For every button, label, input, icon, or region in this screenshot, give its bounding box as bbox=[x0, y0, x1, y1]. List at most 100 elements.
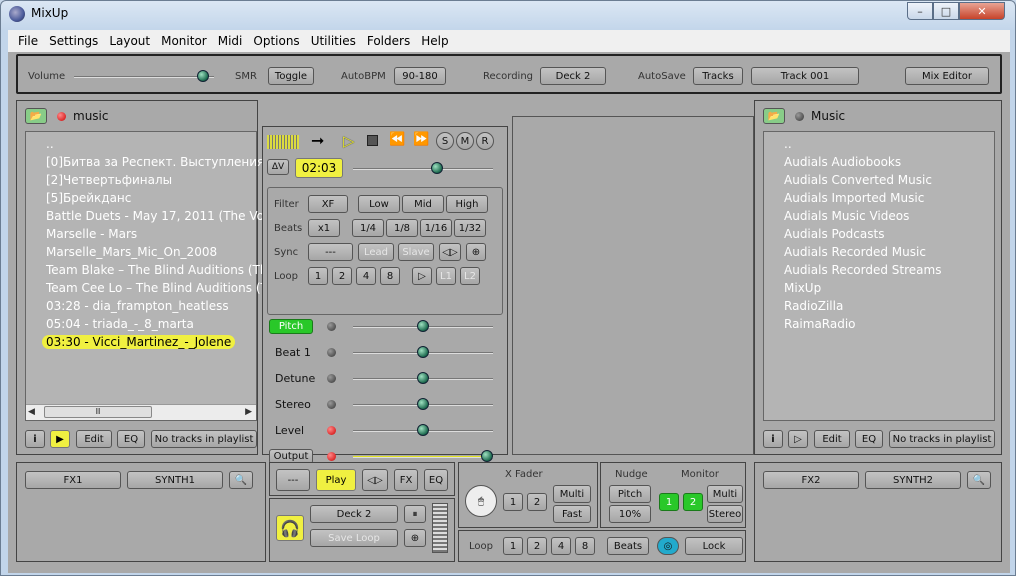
menu-utilities[interactable]: Utilities bbox=[311, 34, 356, 48]
synth1-button[interactable]: SYNTH1 bbox=[127, 471, 223, 489]
rewind-icon[interactable]: ⏪ bbox=[389, 132, 405, 147]
loop-2-button[interactable]: 2 bbox=[332, 267, 352, 285]
position-slider[interactable] bbox=[353, 168, 493, 170]
folder-item[interactable]: Audials Recorded Streams bbox=[784, 263, 941, 277]
track-number-button[interactable]: Track 001 bbox=[751, 67, 859, 85]
left-eq-button[interactable]: EQ bbox=[117, 430, 145, 448]
volume-knob[interactable] bbox=[196, 70, 209, 82]
bottom-loop-4-button[interactable]: 4 bbox=[551, 537, 571, 555]
scroll-left-arrow-icon[interactable]: ◀ bbox=[28, 407, 35, 417]
info-icon[interactable]: i bbox=[25, 430, 45, 448]
detune-knob[interactable] bbox=[417, 372, 429, 384]
play-icon[interactable]: ▷ bbox=[343, 132, 355, 150]
forward-arrow-icon[interactable]: ➞ bbox=[311, 131, 324, 150]
right-edit-button[interactable]: Edit bbox=[814, 430, 850, 448]
loop-l1-button[interactable]: L1 bbox=[436, 267, 456, 285]
fx-button[interactable]: FX bbox=[394, 469, 418, 491]
fx1-button[interactable]: FX1 bbox=[25, 471, 121, 489]
left-edit-button[interactable]: Edit bbox=[76, 430, 112, 448]
nudge-icon[interactable]: ◁▷ bbox=[362, 469, 388, 491]
menu-midi[interactable]: Midi bbox=[218, 34, 243, 48]
output-knob[interactable] bbox=[481, 450, 494, 462]
list-item[interactable]: 03:30 - Vicci_Martinez_-_Jolene bbox=[42, 335, 236, 349]
right-eq-button[interactable]: EQ bbox=[855, 430, 883, 448]
deck-dash-button[interactable]: --- bbox=[276, 469, 310, 491]
lock-button[interactable]: Lock bbox=[685, 537, 743, 555]
headphones-icon[interactable]: 🎧 bbox=[276, 515, 304, 541]
xfader-fast-button[interactable]: Fast bbox=[553, 505, 591, 523]
folder-item[interactable]: Audials Recorded Music bbox=[784, 245, 926, 259]
pitch-knob[interactable] bbox=[417, 320, 429, 332]
left-track-list[interactable]: ◀ Ⅲ ▶ .. [0]Битва за Респект. Выступления… bbox=[25, 131, 290, 421]
fx2-button[interactable]: FX2 bbox=[763, 471, 859, 489]
menu-folders[interactable]: Folders bbox=[367, 34, 410, 48]
folder-item[interactable]: .. bbox=[784, 137, 792, 151]
folder-item[interactable]: MixUp bbox=[784, 281, 821, 295]
right-info-icon[interactable]: i bbox=[763, 430, 783, 448]
sync-lead-button[interactable]: Lead bbox=[358, 243, 394, 261]
record-button[interactable]: R bbox=[476, 132, 494, 150]
folder-item[interactable]: Audials Audiobooks bbox=[784, 155, 901, 169]
monitor-stereo-button[interactable]: Stereo bbox=[707, 505, 743, 523]
right-open-folder-icon[interactable]: 📂 bbox=[763, 108, 785, 124]
beats-button[interactable]: 1/32 bbox=[454, 219, 486, 237]
position-knob[interactable] bbox=[431, 162, 443, 174]
list-item[interactable]: 05:04 - triada_-_8_marta bbox=[46, 317, 194, 331]
sync-circle-icon[interactable]: ◎ bbox=[657, 537, 679, 555]
list-item[interactable]: Team Blake – The Blind Auditions (The bbox=[46, 263, 275, 277]
play-track-icon[interactable]: ▶ bbox=[50, 430, 70, 448]
list-item[interactable]: [5]Брейкданс bbox=[46, 191, 131, 205]
sync-off-button[interactable]: --- bbox=[308, 243, 353, 261]
level-knob[interactable] bbox=[417, 424, 429, 436]
target-icon[interactable]: ⊕ bbox=[404, 529, 426, 547]
title-bar[interactable]: MixUp – □ ✕ bbox=[1, 1, 1015, 27]
nudge-percent-button[interactable]: 10% bbox=[609, 505, 651, 523]
save-loop-button[interactable]: Save Loop bbox=[310, 529, 398, 547]
menu-file[interactable]: File bbox=[18, 34, 38, 48]
xfader-1-button[interactable]: 1 bbox=[503, 493, 523, 511]
folder-item[interactable]: Audials Music Videos bbox=[784, 209, 909, 223]
menu-monitor[interactable]: Monitor bbox=[161, 34, 207, 48]
swap-button[interactable]: ΔV bbox=[267, 159, 289, 175]
folder-item[interactable]: RadioZilla bbox=[784, 299, 843, 313]
list-item[interactable]: .. bbox=[46, 137, 54, 151]
folder-item[interactable]: RaimaRadio bbox=[784, 317, 856, 331]
list-item[interactable]: 03:28 - dia_frampton_heatless bbox=[46, 299, 229, 313]
loop-3-button[interactable]: 4 bbox=[356, 267, 376, 285]
search-icon[interactable]: 🔍 bbox=[229, 471, 253, 489]
filter-button[interactable]: XF bbox=[308, 195, 348, 213]
open-folder-icon[interactable]: 📂 bbox=[25, 108, 47, 124]
list-item[interactable]: [0]Битва за Респект. Выступления уча bbox=[46, 155, 290, 169]
sync-target-icon[interactable]: ⊕ bbox=[466, 243, 486, 261]
menu-settings[interactable]: Settings bbox=[49, 34, 98, 48]
beats-button[interactable]: x1 bbox=[308, 219, 340, 237]
scroll-right-arrow-icon[interactable]: ▶ bbox=[245, 407, 252, 417]
list-item[interactable]: Marselle_Mars_Mic_On_2008 bbox=[46, 245, 217, 259]
mute-button[interactable]: M bbox=[456, 132, 474, 150]
folder-item[interactable]: Audials Podcasts bbox=[784, 227, 884, 241]
stereo-knob[interactable] bbox=[417, 398, 429, 410]
stop-icon[interactable] bbox=[367, 135, 378, 146]
folder-item[interactable]: Audials Imported Music bbox=[784, 191, 924, 205]
minimize-button[interactable]: – bbox=[907, 2, 933, 20]
beats-button[interactable]: 1/4 bbox=[352, 219, 384, 237]
sync-nudge-icon[interactable]: ◁▷ bbox=[439, 243, 461, 261]
bottom-loop-8-button[interactable]: 8 bbox=[575, 537, 595, 555]
fast-forward-icon[interactable]: ⏩ bbox=[413, 132, 429, 147]
smr-toggle-button[interactable]: Toggle bbox=[268, 67, 314, 85]
pause-icon[interactable]: ⏸ bbox=[404, 505, 426, 523]
filter-button[interactable]: Low bbox=[358, 195, 400, 213]
menu-layout[interactable]: Layout bbox=[109, 34, 150, 48]
volume-slider[interactable] bbox=[74, 76, 214, 78]
menu-options[interactable]: Options bbox=[253, 34, 299, 48]
filter-button[interactable]: High bbox=[446, 195, 488, 213]
loop-play-icon[interactable]: ▷ bbox=[412, 267, 432, 285]
close-button[interactable]: ✕ bbox=[959, 2, 1005, 20]
loop-l2-button[interactable]: L2 bbox=[460, 267, 480, 285]
xfader-multi-button[interactable]: Multi bbox=[553, 485, 591, 503]
left-horizontal-scrollbar[interactable]: ◀ Ⅲ ▶ bbox=[26, 404, 256, 420]
list-item[interactable]: [2]Четвертьфиналы bbox=[46, 173, 172, 187]
menu-help[interactable]: Help bbox=[421, 34, 448, 48]
right-play-icon[interactable]: ▷ bbox=[788, 430, 808, 448]
monitor-1-button[interactable]: 1 bbox=[659, 493, 679, 511]
